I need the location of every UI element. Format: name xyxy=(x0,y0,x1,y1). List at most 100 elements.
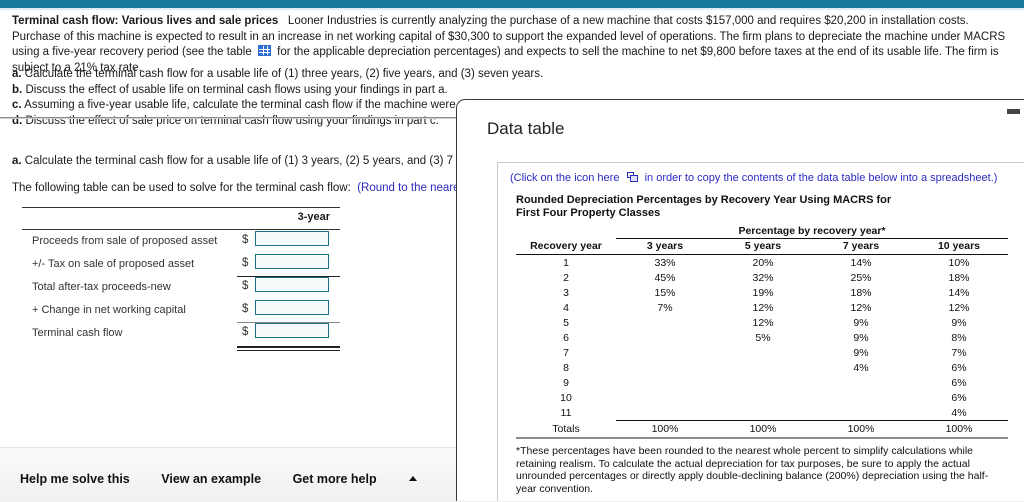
top-accent-bar xyxy=(0,0,1024,8)
input-nwc[interactable] xyxy=(255,300,329,315)
dollar-sign-tax: $ xyxy=(242,257,249,269)
worksheet-row-proceeds: Proceeds from sale of proposed asset $ xyxy=(22,230,340,253)
dialog-title: Data table xyxy=(487,119,565,138)
macrs-cell: 12% xyxy=(752,316,774,329)
macrs-cell: 15% xyxy=(654,286,676,299)
data-table-title-line1: Rounded Depreciation Percentages by Reco… xyxy=(516,194,892,206)
macrs-totals-label: Totals xyxy=(552,423,580,435)
macrs-totals-row: Totals 100% 100% 100% 100% xyxy=(516,421,1008,437)
macrs-cell xyxy=(616,330,714,345)
input-tax[interactable] xyxy=(255,254,329,269)
macrs-cell: 14% xyxy=(948,286,970,299)
macrs-col-7-years: 7 years xyxy=(842,240,880,252)
row-label-total-after-tax: Total after-tax proceeds-new xyxy=(32,281,171,293)
row-label-terminal-cash-flow: Terminal cash flow xyxy=(32,327,123,339)
macrs-cell: 9% xyxy=(853,346,869,359)
help-me-solve-this-button[interactable]: Help me solve this xyxy=(20,472,130,486)
macrs-cell: 33% xyxy=(654,256,676,269)
macrs-cell: 12% xyxy=(948,301,970,314)
caret-up-icon xyxy=(408,476,417,481)
data-table-title-line2: First Four Property Classes xyxy=(516,207,661,219)
macrs-cell: 9% xyxy=(951,316,967,329)
work-part-a-heading: a. Calculate the terminal cash flow for … xyxy=(12,155,488,167)
macrs-bottom-rule-row xyxy=(516,436,1008,439)
copy-icon[interactable] xyxy=(626,172,638,182)
worksheet-row-nwc: + Change in net working capital $ xyxy=(22,299,340,323)
macrs-depreciation-table: Percentage by recovery year* Recovery ye… xyxy=(516,225,1008,439)
macrs-cell xyxy=(616,375,714,390)
part-a-letter: a. xyxy=(12,68,22,80)
macrs-cell xyxy=(714,360,812,375)
table-row: 10 6% xyxy=(516,390,1008,405)
macrs-year: 3 xyxy=(563,286,569,299)
row-label-nwc: + Change in net working capital xyxy=(32,304,186,316)
macrs-cell: 12% xyxy=(752,301,774,314)
macrs-total-3-years: 100% xyxy=(651,423,679,435)
macrs-year: 5 xyxy=(563,316,569,329)
macrs-year: 2 xyxy=(563,271,569,284)
part-a-text: Calculate the terminal cash flow for a u… xyxy=(24,68,544,80)
macrs-cell: 7% xyxy=(951,346,967,359)
work-part-a-letter: a. xyxy=(12,155,22,167)
macrs-cell xyxy=(714,405,812,420)
copy-hint-before: (Click on the icon here xyxy=(510,172,620,184)
macrs-col-3-years: 3 years xyxy=(646,240,684,252)
macrs-total-10-years: 100% xyxy=(945,423,973,435)
table-row: 5 12% 9% 9% xyxy=(516,315,1008,330)
macrs-cell: 6% xyxy=(951,361,967,374)
worksheet-row-total-after-tax: Total after-tax proceeds-new $ xyxy=(22,276,340,299)
macrs-column-header-row: Recovery year 3 years 5 years 7 years 10… xyxy=(516,239,1008,254)
macrs-total-5-years: 100% xyxy=(749,423,777,435)
table-grid-icon[interactable] xyxy=(257,45,271,56)
input-terminal-cash-flow[interactable] xyxy=(255,323,329,338)
dollar-sign-total-after-tax: $ xyxy=(242,280,249,292)
copy-hint-line: (Click on the icon here in order to copy… xyxy=(510,172,997,184)
terminal-cash-flow-worksheet: 3-year Proceeds from sale of proposed as… xyxy=(22,207,340,351)
copy-hint-after: in order to copy the contents of the dat… xyxy=(644,172,998,184)
help-toolbar-buttons: Help me solve this View an example Get m… xyxy=(20,472,473,486)
worksheet-column-header: 3-year xyxy=(297,211,330,223)
macrs-cell: 25% xyxy=(850,271,872,284)
part-b-letter: b. xyxy=(12,83,23,96)
macrs-cell: 6% xyxy=(951,391,967,404)
macrs-cell: 18% xyxy=(948,271,970,284)
macrs-cell: 19% xyxy=(752,286,774,299)
macrs-year: 6 xyxy=(563,331,569,344)
dollar-sign-nwc: $ xyxy=(242,303,249,315)
macrs-year: 1 xyxy=(563,256,569,269)
macrs-year: 8 xyxy=(563,361,569,374)
macrs-cell: 10% xyxy=(948,256,970,269)
view-an-example-button[interactable]: View an example xyxy=(161,472,261,486)
macrs-year: 4 xyxy=(563,301,569,314)
problem-title: Terminal cash flow: Various lives and sa… xyxy=(12,15,279,27)
macrs-col-5-years: 5 years xyxy=(744,240,782,252)
get-more-help-button[interactable]: Get more help xyxy=(293,472,445,486)
worksheet-final-rule-top xyxy=(237,346,340,348)
work-lead-text: The following table can be used to solve… xyxy=(12,182,351,194)
macrs-cell: 9% xyxy=(853,316,869,329)
table-row: 4 7% 12% 12% 12% xyxy=(516,300,1008,315)
macrs-cell xyxy=(714,345,812,360)
input-proceeds[interactable] xyxy=(255,231,329,246)
macrs-cell: 32% xyxy=(752,271,774,284)
worksheet-final-rule-bottom xyxy=(237,350,340,351)
macrs-cell: 8% xyxy=(951,331,967,344)
row-label-proceeds: Proceeds from sale of proposed asset xyxy=(32,235,218,247)
macrs-cell xyxy=(714,390,812,405)
macrs-span-header: Percentage by recovery year* xyxy=(738,225,886,237)
macrs-cell: 18% xyxy=(850,286,872,299)
macrs-total-7-years: 100% xyxy=(847,423,875,435)
input-total-after-tax[interactable] xyxy=(255,277,329,292)
part-c-letter: c. xyxy=(12,99,22,111)
macrs-cell xyxy=(616,390,714,405)
row-label-tax: +/- Tax on sale of proposed asset xyxy=(32,258,195,270)
macrs-year: 9 xyxy=(563,376,569,389)
minimize-dash-icon[interactable] xyxy=(1007,109,1020,114)
macrs-cell: 4% xyxy=(951,406,967,419)
macrs-cell xyxy=(812,405,910,420)
macrs-cell: 6% xyxy=(951,376,967,389)
macrs-cell xyxy=(616,345,714,360)
macrs-cell: 14% xyxy=(850,256,872,269)
macrs-cell: 20% xyxy=(752,256,774,269)
problem-part-a: a. Calculate the terminal cash flow for … xyxy=(12,67,1012,82)
